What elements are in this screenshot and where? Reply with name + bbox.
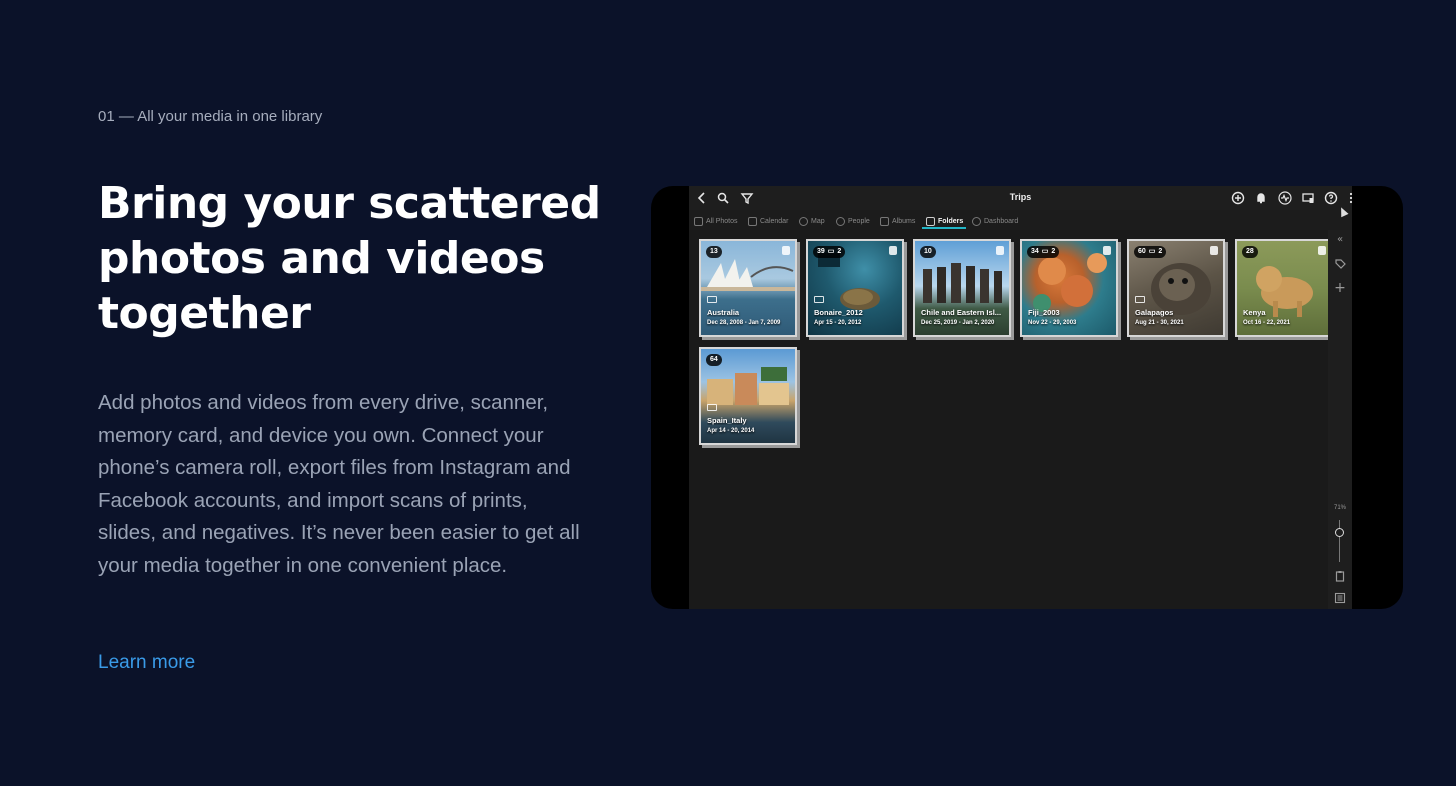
folder-card[interactable]: 28 Kenya Oct 16 - 22, 2021 [1235, 239, 1333, 337]
folder-name: Australia [707, 308, 740, 317]
lock-icon [1318, 246, 1326, 255]
tab-dashboard[interactable]: Dashboard [972, 213, 1018, 229]
right-rail: « + 71% [1328, 230, 1352, 609]
subfolder-icon: ▭ [1041, 248, 1049, 255]
photo-count-badge: 28 [1242, 246, 1258, 258]
photo-count-badge: 34 ▭ 2 [1027, 246, 1060, 258]
folder-dates: Dec 28, 2008 - Jan 7, 2009 [707, 320, 781, 326]
map-pin-icon [799, 216, 808, 226]
clipboard-icon[interactable] [1332, 568, 1348, 584]
folder-thumbnail: 13 Australia Dec 28, 2008 - Jan 7, 2009 [701, 241, 795, 335]
activity-icon[interactable] [1277, 190, 1293, 206]
folder-dates: Aug 21 - 30, 2021 [1135, 320, 1184, 326]
devices-icon[interactable] [1300, 190, 1316, 206]
subfolder-icon: ▭ [827, 248, 835, 255]
folder-card[interactable]: 39 ▭ 2 Bonaire_2012 Apr 15 - 20, 2012 [806, 239, 904, 337]
subfolder-icon: ▭ [1148, 248, 1156, 255]
tab-albums[interactable]: Albums [880, 213, 915, 229]
bell-icon[interactable] [1253, 190, 1269, 206]
lock-icon [889, 246, 897, 255]
folder-card[interactable]: 34 ▭ 2 Fiji_2003 Nov 22 - 29, 2003 [1020, 239, 1118, 337]
folder-icon [707, 404, 717, 411]
folder-icon [814, 296, 824, 303]
folder-thumbnail: 39 ▭ 2 Bonaire_2012 Apr 15 - 20, 2012 [808, 241, 902, 335]
tab-calendar[interactable]: Calendar [748, 213, 788, 229]
album-icon [880, 216, 889, 226]
folder-name: Kenya [1243, 308, 1266, 317]
folder-card[interactable]: 10 Chile and Eastern Isl... Dec 25, 2019… [913, 239, 1011, 337]
folder-dates: Apr 15 - 20, 2012 [814, 320, 862, 326]
dashboard-icon [972, 216, 981, 226]
photo-count-badge: 60 ▭ 2 [1134, 246, 1167, 258]
folder-thumbnail: 60 ▭ 2 Galapagos Aug 21 - 30, 2021 [1129, 241, 1223, 335]
active-tab-indicator [922, 227, 966, 229]
zoom-slider-handle[interactable] [1335, 527, 1344, 537]
photo-count-badge: 13 [706, 246, 722, 258]
folder-name: Spain_Italy [707, 416, 747, 425]
app-screenshot-frame: Trips All Photos Calendar Map People Alb… [651, 186, 1403, 609]
folder-dates: Apr 14 - 20, 2014 [707, 428, 755, 434]
folder-thumbnail: 28 Kenya Oct 16 - 22, 2021 [1237, 241, 1331, 335]
tab-all-photos[interactable]: All Photos [694, 213, 738, 229]
folder-card[interactable]: 64 Spain_Italy Apr 14 - 20, 2014 [699, 347, 797, 445]
zoom-level: 71% [1333, 505, 1346, 511]
photo-count-badge: 64 [706, 354, 722, 366]
folder-icon [926, 216, 935, 226]
feature-section: 01 — All your media in one library Bring… [0, 0, 1456, 786]
tag-icon[interactable] [1332, 256, 1348, 272]
folder-name: Galapagos [1135, 308, 1174, 317]
collapse-panel-icon[interactable]: « [1332, 232, 1348, 248]
folder-name: Chile and Eastern Isl... [921, 308, 1002, 317]
folder-thumbnail: 64 Spain_Italy Apr 14 - 20, 2014 [701, 349, 795, 443]
folder-card[interactable]: 60 ▭ 2 Galapagos Aug 21 - 30, 2021 [1127, 239, 1225, 337]
calendar-icon [748, 216, 757, 226]
folder-name: Fiji_2003 [1028, 308, 1060, 317]
section-eyebrow: 01 — All your media in one library [98, 108, 323, 125]
details-panel-icon[interactable] [1332, 590, 1348, 606]
lock-icon [782, 246, 790, 255]
tab-people[interactable]: People [836, 213, 870, 229]
zoom-slider[interactable] [1339, 520, 1340, 562]
app-toolbar: Trips [689, 186, 1353, 210]
photo-count-badge: 39 ▭ 2 [813, 246, 846, 258]
add-icon[interactable] [1230, 190, 1246, 206]
view-tabs: All Photos Calendar Map People Albums Fo… [689, 210, 1352, 230]
more-icon[interactable] [1346, 190, 1356, 206]
tab-map[interactable]: Map [799, 213, 825, 229]
help-icon[interactable] [1323, 190, 1339, 206]
folder-dates: Dec 25, 2019 - Jan 2, 2020 [921, 320, 995, 326]
folder-name: Bonaire_2012 [814, 308, 863, 317]
lock-icon [1210, 246, 1218, 255]
folder-card[interactable]: 13 Australia Dec 28, 2008 - Jan 7, 2009 [699, 239, 797, 337]
section-headline: Bring your scattered photos and videos t… [98, 178, 601, 339]
add-icon[interactable]: + [1332, 280, 1348, 296]
app-window: Trips All Photos Calendar Map People Alb… [689, 186, 1353, 609]
folder-icon [707, 296, 717, 303]
folder-thumbnail: 34 ▭ 2 Fiji_2003 Nov 22 - 29, 2003 [1022, 241, 1116, 335]
photo-count-badge: 10 [920, 246, 936, 258]
grid-icon [694, 216, 703, 226]
folder-icon [1135, 296, 1145, 303]
lock-icon [1103, 246, 1111, 255]
folder-thumbnail: 10 Chile and Eastern Isl... Dec 25, 2019… [915, 241, 1009, 335]
people-icon [836, 216, 845, 226]
lock-icon [996, 246, 1004, 255]
section-body: Add photos and videos from every drive, … [98, 391, 580, 577]
folder-dates: Nov 22 - 29, 2003 [1028, 320, 1077, 326]
folder-dates: Oct 16 - 22, 2021 [1243, 320, 1291, 326]
learn-more-link[interactable]: Learn more [98, 652, 195, 674]
